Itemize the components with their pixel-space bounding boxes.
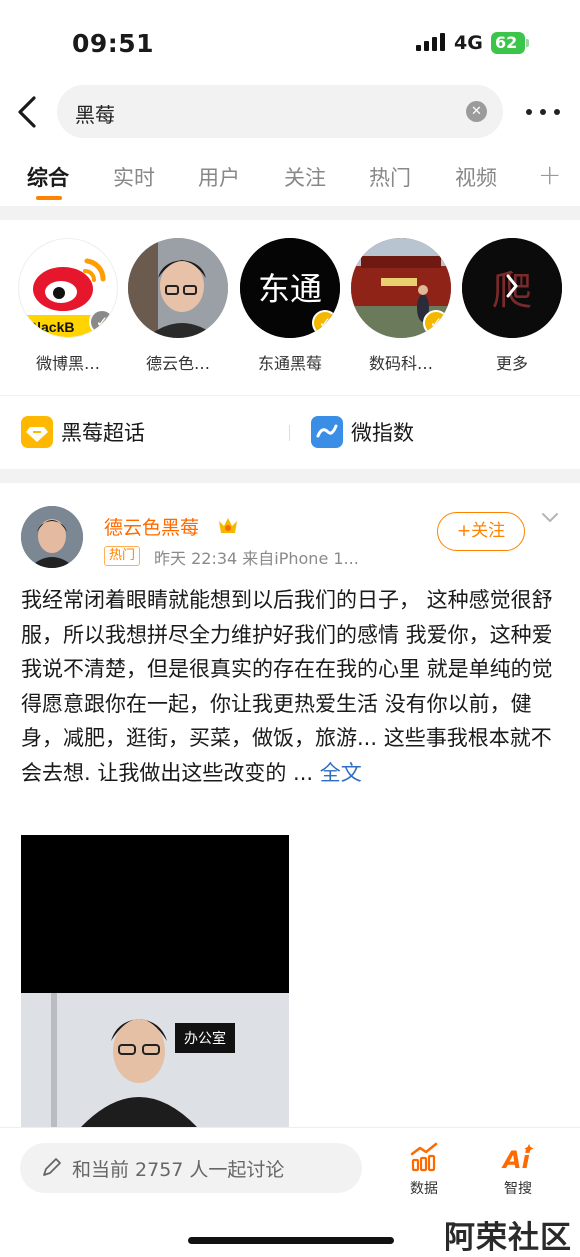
- active-tab-indicator: [36, 196, 62, 200]
- weibo-index-label: 微指数: [351, 421, 414, 445]
- avatar: 东通 ✓: [240, 238, 340, 338]
- watermark: 阿荣社区: [444, 1220, 572, 1256]
- person-photo: [128, 238, 228, 338]
- clear-icon[interactable]: ✕: [466, 101, 487, 122]
- user-name: 微博黑…: [35, 354, 100, 373]
- home-indicator: [188, 1237, 394, 1244]
- user-name: 东通黑莓: [257, 354, 322, 373]
- user-card[interactable]: ✓ 数码科…: [349, 238, 453, 374]
- data-label: 数据: [410, 1181, 438, 1197]
- search-tabs: 综合 实时 用户 关注 热门 视频 +: [0, 156, 580, 206]
- pencil-icon: [43, 1158, 61, 1176]
- super-topic-link[interactable]: 黑莓超话: [21, 415, 145, 449]
- ai-search-label: 智搜: [504, 1181, 532, 1197]
- ai-search-button[interactable]: Ai 智搜: [488, 1142, 548, 1198]
- separator: [289, 425, 290, 441]
- network-label: 4G: [454, 32, 483, 54]
- tab-following[interactable]: 关注: [284, 162, 326, 192]
- data-button[interactable]: 数据: [394, 1142, 454, 1198]
- post-text: 我经常闭着眼睛就能想到以后我们的日子， 这种感觉很舒服，所以我想拼尽全力维护好我…: [21, 588, 553, 785]
- back-arrow-icon[interactable]: [14, 94, 44, 130]
- post-video-thumbnail[interactable]: 办公室: [21, 835, 289, 1127]
- avatar: ✓: [351, 238, 451, 338]
- user-name: 德云色…: [145, 354, 210, 373]
- read-full-link[interactable]: 全文: [320, 761, 362, 785]
- tab-hot[interactable]: 热门: [369, 162, 411, 192]
- ai-icon: Ai: [501, 1144, 534, 1174]
- ai-icon-text: Ai: [501, 1146, 531, 1172]
- more-users[interactable]: 爬 更多: [460, 238, 564, 374]
- office-sign-text: 办公室: [184, 1030, 226, 1047]
- chevron-down-icon[interactable]: [541, 512, 559, 524]
- more-label: 更多: [495, 354, 528, 373]
- post-author-name[interactable]: 德云色黑莓: [104, 513, 199, 540]
- tab-video[interactable]: 视频: [455, 162, 497, 192]
- avatar: [128, 238, 228, 338]
- follow-button[interactable]: +关注: [437, 512, 525, 551]
- verified-icon: ✓: [423, 310, 449, 336]
- user-card[interactable]: 东通 ✓ 东通黑莓: [238, 238, 342, 374]
- avatar-text: 东通: [258, 270, 322, 308]
- add-tab-icon[interactable]: +: [538, 158, 561, 191]
- author-photo: [21, 506, 83, 568]
- tab-realtime[interactable]: 实时: [113, 162, 155, 192]
- video-frame: 办公室: [21, 993, 289, 1127]
- user-name: 数码科…: [368, 354, 433, 373]
- user-results: BlackB ✓ 微博黑… 德云色… 东通 ✓ 东通黑莓 ✓ 数码科… 爬 更多: [0, 220, 580, 392]
- tab-comprehensive[interactable]: 综合: [27, 162, 69, 192]
- post-meta: 昨天 22:34 来自iPhone 1...: [154, 549, 359, 568]
- bar-chart-icon: [410, 1142, 438, 1172]
- index-icon: [311, 416, 343, 448]
- video-frame-image: 办公室: [21, 993, 289, 1127]
- discussion-input[interactable]: 和当前 2757 人一起讨论: [20, 1143, 362, 1193]
- more-options-icon[interactable]: [526, 109, 560, 115]
- signal-icon: [416, 33, 445, 51]
- search-query: 黑莓: [75, 103, 115, 127]
- avatar: BlackB ✓: [18, 238, 118, 338]
- weibo-index-link[interactable]: 微指数: [311, 415, 414, 449]
- status-bar: 09:51 4G 62: [0, 0, 580, 80]
- section-divider: [0, 206, 580, 220]
- post-body: 我经常闭着眼睛就能想到以后我们的日子， 这种感觉很舒服，所以我想拼尽全力维护好我…: [21, 583, 561, 790]
- section-divider: [0, 469, 580, 483]
- verified-icon: ✓: [312, 310, 338, 336]
- search-input[interactable]: 黑莓 ✕: [57, 85, 503, 138]
- verified-icon: ✓: [89, 309, 115, 335]
- user-card[interactable]: BlackB ✓ 微博黑…: [16, 238, 120, 374]
- post-author-avatar[interactable]: [21, 506, 83, 568]
- crown-icon: [219, 518, 237, 533]
- avatar: 爬: [462, 238, 562, 338]
- avatar-text: BlackB: [27, 319, 74, 335]
- tab-users[interactable]: 用户: [198, 162, 240, 192]
- more-users-image: 爬: [462, 238, 562, 338]
- topic-links: 黑莓超话 微指数: [0, 395, 580, 469]
- user-card[interactable]: 德云色…: [126, 238, 230, 374]
- super-topic-label: 黑莓超话: [61, 421, 145, 445]
- battery-icon: 62: [491, 32, 529, 54]
- discussion-placeholder: 和当前 2757 人一起讨论: [72, 1159, 285, 1181]
- hot-badge: 热门: [104, 546, 141, 566]
- diamond-icon: [21, 416, 53, 448]
- status-time: 09:51: [72, 29, 155, 58]
- row-divider: [0, 395, 580, 396]
